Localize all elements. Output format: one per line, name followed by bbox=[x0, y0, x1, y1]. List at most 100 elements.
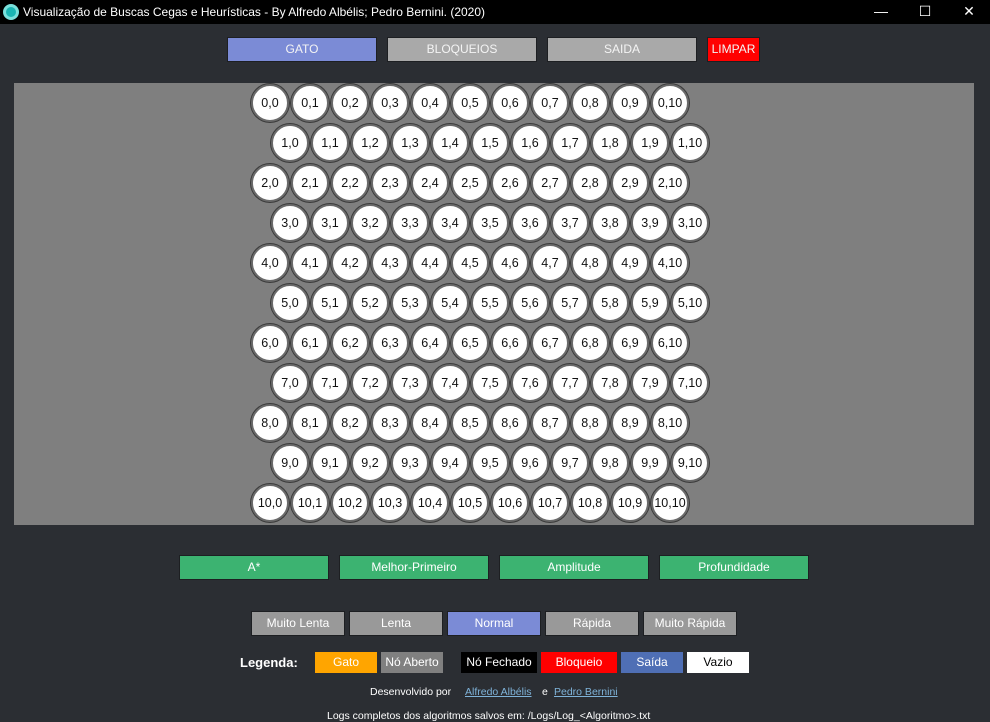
grid-node[interactable]: 5,3 bbox=[391, 284, 429, 322]
grid-node[interactable]: 6,9 bbox=[611, 324, 649, 362]
grid-node[interactable]: 5,1 bbox=[311, 284, 349, 322]
grid-node[interactable]: 4,7 bbox=[531, 244, 569, 282]
grid-node[interactable]: 8,3 bbox=[371, 404, 409, 442]
grid-node[interactable]: 9,2 bbox=[351, 444, 389, 482]
grid-node[interactable]: 4,2 bbox=[331, 244, 369, 282]
grid-node[interactable]: 8,5 bbox=[451, 404, 489, 442]
grid-node[interactable]: 2,1 bbox=[291, 164, 329, 202]
grid-node[interactable]: 2,6 bbox=[491, 164, 529, 202]
grid-node[interactable]: 1,3 bbox=[391, 124, 429, 162]
grid-node[interactable]: 5,6 bbox=[511, 284, 549, 322]
grid-node[interactable]: 3,6 bbox=[511, 204, 549, 242]
grid-node[interactable]: 6,6 bbox=[491, 324, 529, 362]
grid-node[interactable]: 4,1 bbox=[291, 244, 329, 282]
grid-node[interactable]: 0,6 bbox=[491, 84, 529, 122]
author1-link[interactable]: Alfredo Albélis bbox=[465, 686, 532, 698]
grid-node[interactable]: 6,5 bbox=[451, 324, 489, 362]
grid-node[interactable]: 9,10 bbox=[671, 444, 709, 482]
grid-node[interactable]: 5,5 bbox=[471, 284, 509, 322]
grid-node[interactable]: 4,5 bbox=[451, 244, 489, 282]
grid-node[interactable]: 0,5 bbox=[451, 84, 489, 122]
grid-node[interactable]: 1,1 bbox=[311, 124, 349, 162]
grid-node[interactable]: 10,10 bbox=[651, 484, 689, 522]
grid-node[interactable]: 9,0 bbox=[271, 444, 309, 482]
grid-node[interactable]: 0,7 bbox=[531, 84, 569, 122]
grid-node[interactable]: 0,10 bbox=[651, 84, 689, 122]
grid-node[interactable]: 2,8 bbox=[571, 164, 609, 202]
gato-button[interactable]: GATO bbox=[227, 37, 377, 62]
grid-node[interactable]: 2,7 bbox=[531, 164, 569, 202]
grid-node[interactable]: 10,2 bbox=[331, 484, 369, 522]
saida-button[interactable]: SAIDA bbox=[547, 37, 697, 62]
grid-node[interactable]: 0,0 bbox=[251, 84, 289, 122]
grid-node[interactable]: 3,4 bbox=[431, 204, 469, 242]
grid-node[interactable]: 5,10 bbox=[671, 284, 709, 322]
grid-node[interactable]: 0,8 bbox=[571, 84, 609, 122]
grid-node[interactable]: 8,6 bbox=[491, 404, 529, 442]
grid-node[interactable]: 4,9 bbox=[611, 244, 649, 282]
grid-node[interactable]: 4,8 bbox=[571, 244, 609, 282]
grid-node[interactable]: 9,3 bbox=[391, 444, 429, 482]
grid-node[interactable]: 8,4 bbox=[411, 404, 449, 442]
grid-node[interactable]: 7,10 bbox=[671, 364, 709, 402]
grid-node[interactable]: 6,4 bbox=[411, 324, 449, 362]
grid-node[interactable]: 6,1 bbox=[291, 324, 329, 362]
grid-node[interactable]: 7,6 bbox=[511, 364, 549, 402]
grid-node[interactable]: 6,7 bbox=[531, 324, 569, 362]
grid-node[interactable]: 7,7 bbox=[551, 364, 589, 402]
grid-node[interactable]: 7,5 bbox=[471, 364, 509, 402]
grid-node[interactable]: 1,5 bbox=[471, 124, 509, 162]
grid-node[interactable]: 10,8 bbox=[571, 484, 609, 522]
grid-node[interactable]: 6,10 bbox=[651, 324, 689, 362]
grid-node[interactable]: 5,2 bbox=[351, 284, 389, 322]
grid-node[interactable]: 8,1 bbox=[291, 404, 329, 442]
grid-node[interactable]: 3,1 bbox=[311, 204, 349, 242]
grid-node[interactable]: 10,3 bbox=[371, 484, 409, 522]
grid-node[interactable]: 7,4 bbox=[431, 364, 469, 402]
speed-fast-button[interactable]: Rápida bbox=[545, 611, 639, 636]
grid-node[interactable]: 1,4 bbox=[431, 124, 469, 162]
grid-node[interactable]: 6,8 bbox=[571, 324, 609, 362]
grid-node[interactable]: 9,1 bbox=[311, 444, 349, 482]
grid-node[interactable]: 0,9 bbox=[611, 84, 649, 122]
grid-node[interactable]: 8,7 bbox=[531, 404, 569, 442]
grid-node[interactable]: 3,3 bbox=[391, 204, 429, 242]
grid-node[interactable]: 3,7 bbox=[551, 204, 589, 242]
grid-node[interactable]: 2,9 bbox=[611, 164, 649, 202]
grid-node[interactable]: 3,10 bbox=[671, 204, 709, 242]
grid-node[interactable]: 4,3 bbox=[371, 244, 409, 282]
grid-node[interactable]: 8,10 bbox=[651, 404, 689, 442]
grid-node[interactable]: 9,5 bbox=[471, 444, 509, 482]
grid-node[interactable]: 3,9 bbox=[631, 204, 669, 242]
grid-node[interactable]: 0,2 bbox=[331, 84, 369, 122]
grid-node[interactable]: 0,1 bbox=[291, 84, 329, 122]
grid-node[interactable]: 2,3 bbox=[371, 164, 409, 202]
grid-node[interactable]: 4,4 bbox=[411, 244, 449, 282]
grid-node[interactable]: 5,8 bbox=[591, 284, 629, 322]
grid-node[interactable]: 5,9 bbox=[631, 284, 669, 322]
grid-node[interactable]: 5,7 bbox=[551, 284, 589, 322]
grid-node[interactable]: 8,8 bbox=[571, 404, 609, 442]
grid-node[interactable]: 2,2 bbox=[331, 164, 369, 202]
grid-node[interactable]: 5,4 bbox=[431, 284, 469, 322]
bloqueios-button[interactable]: BLOQUEIOS bbox=[387, 37, 537, 62]
grid-node[interactable]: 7,2 bbox=[351, 364, 389, 402]
grid-node[interactable]: 1,9 bbox=[631, 124, 669, 162]
grid-node[interactable]: 0,3 bbox=[371, 84, 409, 122]
grid-node[interactable]: 3,2 bbox=[351, 204, 389, 242]
grid-node[interactable]: 1,7 bbox=[551, 124, 589, 162]
grid-node[interactable]: 10,0 bbox=[251, 484, 289, 522]
depth-first-button[interactable]: Profundidade bbox=[659, 555, 809, 580]
grid-node[interactable]: 10,4 bbox=[411, 484, 449, 522]
speed-very-slow-button[interactable]: Muito Lenta bbox=[251, 611, 345, 636]
grid-node[interactable]: 9,6 bbox=[511, 444, 549, 482]
grid-node[interactable]: 2,5 bbox=[451, 164, 489, 202]
grid-node[interactable]: 9,7 bbox=[551, 444, 589, 482]
grid-node[interactable]: 3,8 bbox=[591, 204, 629, 242]
grid-node[interactable]: 7,0 bbox=[271, 364, 309, 402]
grid-node[interactable]: 2,4 bbox=[411, 164, 449, 202]
grid-node[interactable]: 5,0 bbox=[271, 284, 309, 322]
grid-node[interactable]: 10,6 bbox=[491, 484, 529, 522]
grid-node[interactable]: 8,2 bbox=[331, 404, 369, 442]
grid-node[interactable]: 1,6 bbox=[511, 124, 549, 162]
